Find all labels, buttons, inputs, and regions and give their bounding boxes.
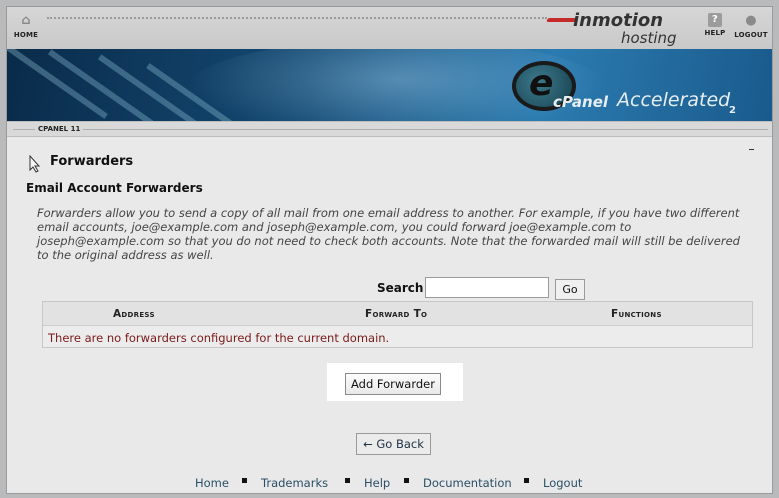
footer-separator xyxy=(524,478,529,483)
go-button[interactable]: Go xyxy=(555,279,585,300)
browser-frame: ⌂ HOME inmotion hosting ? HELP ● LOGOUT … xyxy=(6,6,773,494)
footer-separator xyxy=(242,478,247,483)
corner-dash xyxy=(749,149,754,150)
forwarders-table: Address Forward To Functions There are n… xyxy=(42,301,753,348)
help-icon: ? xyxy=(708,13,722,27)
user-icon: ● xyxy=(745,13,757,28)
home-label: HOME xyxy=(13,31,39,39)
column-address[interactable]: Address xyxy=(113,308,155,320)
logo-primary: inmotion xyxy=(573,10,664,31)
brand-accelerated: Accelerated xyxy=(617,89,731,111)
add-forwarder-button[interactable]: Add Forwarder xyxy=(345,373,441,395)
logo-secondary: hosting xyxy=(621,29,677,47)
footer-link-home[interactable]: Home xyxy=(195,476,229,490)
footer-link-trademarks[interactable]: Trademarks xyxy=(261,476,328,490)
footer-link-logout[interactable]: Logout xyxy=(543,476,582,490)
footer-link-documentation[interactable]: Documentation xyxy=(423,476,512,490)
table-header: Address Forward To Functions xyxy=(43,302,752,326)
empty-table-message: There are no forwarders configured for t… xyxy=(48,331,390,345)
column-functions: Functions xyxy=(611,308,662,320)
page-title: Forwarders xyxy=(50,154,134,169)
inmotion-logo: inmotion hosting xyxy=(543,10,683,48)
brand-cpanel: cPanel xyxy=(553,93,609,111)
logout-label: LOGOUT xyxy=(734,31,768,39)
footer-link-help[interactable]: Help xyxy=(364,476,390,490)
footer-separator xyxy=(404,478,409,483)
footer-separator xyxy=(345,478,350,483)
cpanel-version-label: CPANEL 11 xyxy=(35,125,84,133)
logout-button[interactable]: ● LOGOUT xyxy=(733,13,769,39)
forwarders-arrow-icon xyxy=(29,155,41,173)
column-forward-to[interactable]: Forward To xyxy=(365,308,427,320)
home-icon: ⌂ xyxy=(21,13,31,28)
brand-version-mark: 2 xyxy=(729,105,736,116)
footer: Home Trademarks Help Documentation Logou… xyxy=(7,476,772,492)
version-bar-rule xyxy=(13,129,768,130)
search-label: Search xyxy=(377,281,424,295)
nav-divider xyxy=(47,17,547,19)
go-back-button[interactable]: ← Go Back xyxy=(356,433,431,455)
intro-text: Forwarders allow you to send a copy of a… xyxy=(37,206,740,262)
section-title: Email Account Forwarders xyxy=(26,181,203,195)
help-label: HELP xyxy=(704,29,726,37)
top-navigation: ⌂ HOME inmotion hosting ? HELP ● LOGOUT xyxy=(7,7,772,49)
cpanel-banner: e cPanel Accelerated 2 xyxy=(7,49,772,121)
home-button[interactable]: ⌂ HOME xyxy=(11,13,41,39)
version-bar: CPANEL 11 xyxy=(7,121,772,137)
help-button[interactable]: ? HELP xyxy=(701,13,729,37)
search-input[interactable] xyxy=(425,277,549,298)
cpanel-logo-letter: e xyxy=(529,63,554,104)
